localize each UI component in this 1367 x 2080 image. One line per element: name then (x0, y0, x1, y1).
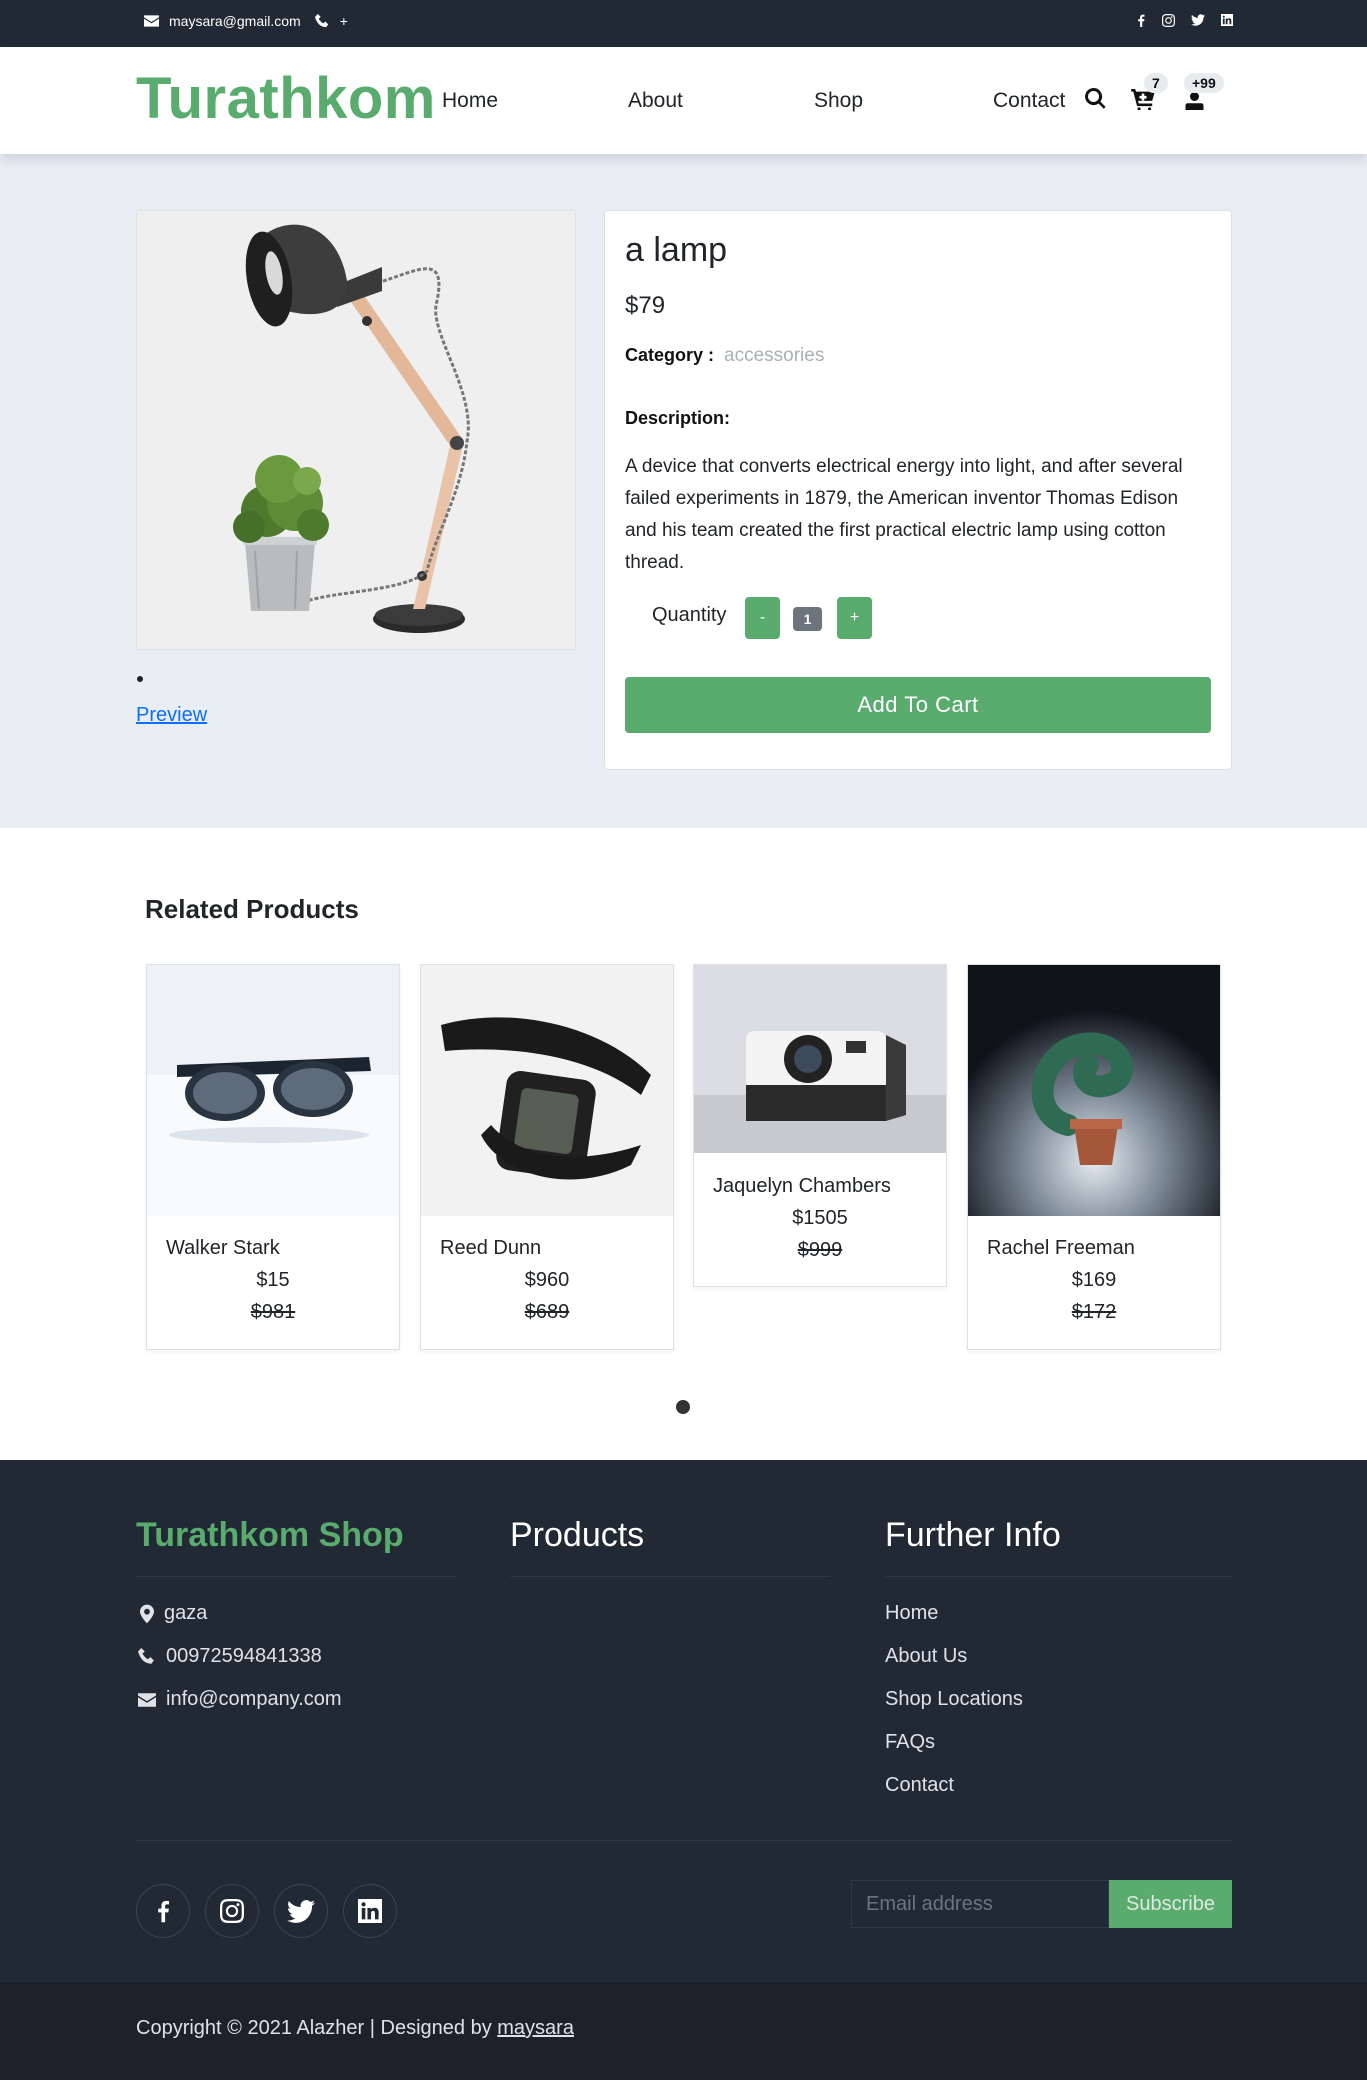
carousel-indicator[interactable] (676, 1400, 690, 1414)
footer-link-about[interactable]: About Us (885, 1645, 967, 1668)
subscribe-button[interactable]: Subscribe (1109, 1880, 1232, 1928)
linkedin-icon (358, 1899, 382, 1923)
footer-phone-text[interactable]: 00972594841338 (166, 1645, 322, 1668)
lamp-illustration (233, 224, 470, 633)
product-price: $79 (625, 292, 666, 319)
footer-email-text[interactable]: info@company.com (166, 1688, 342, 1711)
nav-link-home[interactable]: Home (442, 89, 498, 113)
instagram-icon (220, 1899, 244, 1923)
footer-linkedin-button[interactable] (343, 1884, 397, 1938)
top-contact: maysara@gmail.com + (144, 13, 348, 29)
related-product-card[interactable]: Reed Dunn $960 $689 (420, 964, 674, 1350)
user-count-badge: +99 (1184, 73, 1224, 93)
footer-info-heading: Further Info (885, 1516, 1061, 1554)
footer-phone: 00972594841338 (138, 1645, 322, 1668)
top-bar: maysara@gmail.com + (0, 0, 1367, 47)
nav-link-about[interactable]: About (628, 89, 683, 113)
phone-icon (138, 1647, 154, 1664)
related-product-card[interactable]: Jaquelyn Chambers $1505 $999 (693, 964, 947, 1287)
category-value[interactable]: accessories (724, 345, 824, 367)
main-navbar: Turathkom Home About Shop Contact 7 +99 (0, 47, 1367, 154)
related-product-name: Reed Dunn (440, 1237, 542, 1259)
product-title: a lamp (625, 231, 728, 269)
related-product-old-price: $172 (1071, 1301, 1117, 1323)
footer-link-contact[interactable]: Contact (885, 1774, 954, 1797)
related-product-old-price: $689 (524, 1301, 570, 1323)
product-detail-section: Preview a lamp $79 Category : accessorie… (0, 154, 1367, 828)
envelope-icon (144, 15, 159, 27)
twitter-icon[interactable] (1191, 14, 1205, 26)
quantity-increase-button[interactable]: + (837, 597, 872, 639)
nav-link-contact[interactable]: Contact (993, 89, 1065, 113)
footer-facebook-button[interactable] (136, 1884, 190, 1938)
footer-divider (885, 1576, 1232, 1577)
facebook-icon[interactable] (1136, 14, 1146, 27)
newsletter-email-input[interactable] (851, 1880, 1109, 1928)
related-product-old-price: $981 (250, 1301, 296, 1323)
related-product-price: $960 (524, 1269, 570, 1291)
cart-count-badge: 7 (1144, 73, 1168, 93)
footer-link-faqs[interactable]: FAQs (885, 1731, 935, 1754)
description-label: Description: (625, 408, 731, 428)
nav-link-shop[interactable]: Shop (814, 89, 863, 113)
footer-twitter-button[interactable] (274, 1884, 328, 1938)
category-label: Category : (625, 345, 715, 365)
footer-link-locations[interactable]: Shop Locations (885, 1688, 1023, 1711)
related-product-card[interactable]: Walker Stark $15 $981 (146, 964, 400, 1350)
footer-instagram-button[interactable] (205, 1884, 259, 1938)
related-product-card[interactable]: Rachel Freeman $169 $172 (967, 964, 1221, 1350)
twitter-icon (287, 1899, 315, 1923)
top-email[interactable]: maysara@gmail.com (169, 13, 301, 29)
product-image[interactable] (136, 210, 576, 650)
envelope-icon (138, 1692, 156, 1707)
footer-divider (510, 1576, 830, 1577)
add-to-cart-button[interactable]: Add To Cart (625, 677, 1211, 733)
user-icon[interactable] (1185, 92, 1204, 110)
product-description: A device that converts electrical energy… (625, 456, 1183, 573)
product-info-card: a lamp $79 Category : accessories Descri… (604, 210, 1232, 770)
facebook-icon (158, 1900, 170, 1923)
copyright-prefix: Copyright © 2021 Alazher | Designed by (136, 2017, 492, 2039)
quantity-value: 1 (793, 607, 822, 631)
preview-link[interactable]: Preview (136, 704, 207, 727)
related-product-name: Walker Stark (166, 1237, 280, 1259)
related-product-image (968, 965, 1220, 1216)
footer-link-home[interactable]: Home (885, 1602, 938, 1625)
image-indicator-dot[interactable] (137, 676, 143, 682)
site-logo[interactable]: Turathkom (136, 65, 436, 132)
related-product-name: Jaquelyn Chambers (713, 1175, 891, 1197)
related-product-image (147, 965, 399, 1216)
copyright-text: Copyright © 2021 Alazher | Designed by m… (136, 2017, 574, 2040)
instagram-icon[interactable] (1162, 14, 1175, 27)
phone-icon (314, 13, 328, 27)
copyright-bar: Copyright © 2021 Alazher | Designed by m… (0, 1982, 1367, 2080)
top-phone[interactable]: + (340, 13, 348, 29)
related-product-price: $169 (1071, 1269, 1117, 1291)
footer-address-text: gaza (164, 1602, 208, 1624)
quantity-decrease-button[interactable]: - (745, 597, 780, 639)
related-product-image (694, 965, 946, 1153)
related-products-title: Related Products (145, 894, 359, 924)
top-socials (1136, 14, 1233, 27)
linkedin-icon[interactable] (1221, 14, 1233, 26)
related-product-price: $15 (256, 1269, 290, 1291)
search-icon[interactable] (1085, 88, 1106, 109)
quantity-label: Quantity (652, 604, 727, 626)
footer-email: info@company.com (138, 1688, 342, 1711)
footer: Turathkom Shop Products Further Info gaz… (0, 1460, 1367, 1982)
related-product-price: $1505 (792, 1207, 848, 1229)
footer-divider (136, 1576, 456, 1577)
footer-address: gaza (140, 1602, 207, 1625)
copyright-author-link[interactable]: maysara (497, 2017, 574, 2039)
related-product-image (421, 965, 673, 1216)
footer-brand: Turathkom Shop (136, 1516, 404, 1554)
footer-separator (136, 1840, 1232, 1841)
related-product-name: Rachel Freeman (987, 1237, 1135, 1259)
related-product-old-price: $999 (797, 1239, 843, 1261)
map-marker-icon (140, 1604, 154, 1623)
footer-products-heading: Products (510, 1516, 645, 1554)
